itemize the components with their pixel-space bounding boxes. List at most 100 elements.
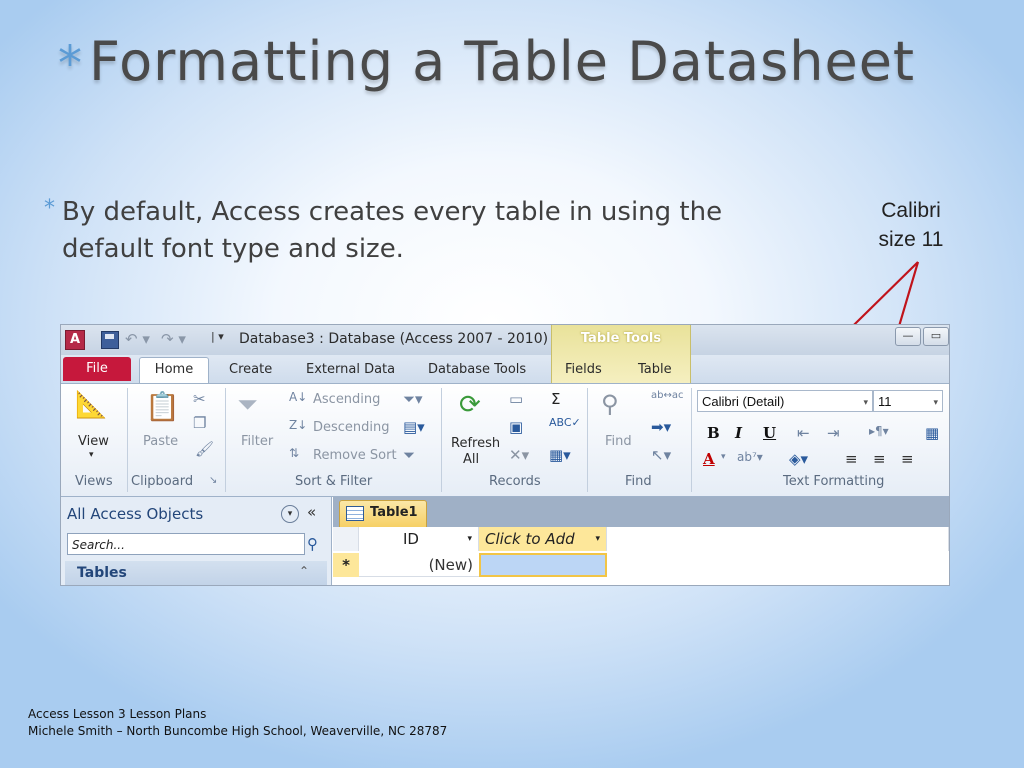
copy-icon[interactable]: ❐ bbox=[193, 414, 206, 432]
font-color-button[interactable]: A bbox=[703, 450, 715, 468]
paste-icon[interactable]: 📋 bbox=[145, 390, 180, 423]
remove-sort-button[interactable]: Remove Sort bbox=[313, 448, 397, 463]
advanced-filter-icon[interactable]: ▤▾ bbox=[403, 418, 425, 436]
access-app-icon[interactable]: A bbox=[65, 330, 85, 350]
paste-button[interactable]: Paste bbox=[143, 434, 178, 449]
view-icon[interactable]: 📐 bbox=[75, 390, 107, 420]
filter-icon[interactable]: ⏷ bbox=[237, 390, 258, 421]
font-dropdown-icon[interactable]: ▾ bbox=[863, 391, 868, 413]
new-record-active-cell[interactable] bbox=[479, 553, 607, 577]
column-header-id-label: ID bbox=[403, 530, 419, 548]
select-icon[interactable]: ↖▾ bbox=[651, 446, 671, 464]
quick-access-dropdown-icon[interactable]: | ▾ bbox=[211, 330, 224, 343]
refresh-all-button-line2[interactable]: All bbox=[463, 452, 479, 467]
decrease-indent-icon[interactable]: ⇤ bbox=[797, 424, 810, 442]
font-name-value: Calibri (Detail) bbox=[702, 394, 785, 409]
nav-pane-header[interactable]: All Access Objects bbox=[67, 505, 203, 523]
cut-icon[interactable]: ✂ bbox=[193, 390, 206, 408]
align-center-icon[interactable]: ≡ bbox=[873, 450, 886, 468]
nav-dropdown-icon[interactable]: ▾ bbox=[281, 505, 299, 523]
minimize-button[interactable]: — bbox=[895, 327, 921, 346]
format-painter-icon[interactable]: 🖌 bbox=[195, 440, 214, 458]
font-size-select[interactable]: 11 ▾ bbox=[873, 390, 943, 412]
tab-database-tools[interactable]: Database Tools bbox=[428, 362, 526, 377]
group-text-formatting: Text Formatting bbox=[783, 474, 885, 489]
size-dropdown-icon[interactable]: ▾ bbox=[933, 391, 938, 413]
tab-home[interactable]: Home bbox=[139, 357, 209, 385]
footer: Access Lesson 3 Lesson Plans Michele Smi… bbox=[28, 706, 447, 740]
group-sort-filter: Sort & Filter bbox=[295, 474, 373, 489]
group-views: Views bbox=[75, 474, 113, 489]
filter-button[interactable]: Filter bbox=[241, 434, 273, 449]
view-button[interactable]: View bbox=[78, 434, 109, 449]
select-all-cell[interactable] bbox=[333, 527, 359, 551]
new-record-id-cell[interactable]: (New) bbox=[359, 553, 479, 577]
remove-sort-icon[interactable]: ⇅ bbox=[289, 446, 299, 460]
descending-button[interactable]: Descending bbox=[313, 420, 390, 435]
underline-button[interactable]: U bbox=[763, 424, 776, 442]
document-tabs: Table1 bbox=[333, 497, 949, 528]
column-header-id[interactable]: ID ▾ bbox=[359, 527, 479, 551]
nav-group-tables[interactable]: Tables ⌃ bbox=[65, 561, 327, 585]
title-bar: A ↶ ▾ ↷ ▾ | ▾ Database3 : Database (Acce… bbox=[61, 325, 949, 355]
view-dropdown-icon[interactable]: ▾ bbox=[89, 450, 94, 460]
tab-table1-label: Table1 bbox=[370, 505, 418, 520]
shutter-bar-collapse-icon[interactable]: « bbox=[307, 503, 316, 521]
nav-search-input[interactable]: Search... bbox=[67, 533, 305, 555]
new-record-icon[interactable]: ▭ bbox=[509, 390, 523, 408]
increase-indent-icon[interactable]: ⇥ bbox=[827, 424, 840, 442]
italic-button[interactable]: I bbox=[735, 424, 742, 442]
tab-external-data[interactable]: External Data bbox=[306, 362, 395, 377]
toggle-filter-icon[interactable]: ⏷ bbox=[403, 446, 415, 464]
group-separator bbox=[441, 388, 442, 492]
tab-create[interactable]: Create bbox=[229, 362, 272, 377]
save-icon[interactable] bbox=[101, 331, 119, 349]
font-name-select[interactable]: Calibri (Detail) ▾ bbox=[697, 390, 873, 412]
gridlines-icon[interactable]: ▦ bbox=[925, 424, 939, 442]
tab-table-overlay[interactable]: Table bbox=[638, 362, 672, 377]
group-separator bbox=[587, 388, 588, 492]
ascending-icon[interactable]: A↓ bbox=[289, 390, 307, 404]
ascending-button[interactable]: Ascending bbox=[313, 392, 380, 407]
delete-record-icon[interactable]: ✕▾ bbox=[509, 446, 529, 464]
fill-color-icon[interactable]: ◈▾ bbox=[789, 450, 808, 468]
replace-icon[interactable]: ab↔ac bbox=[651, 390, 683, 401]
save-record-icon[interactable]: ▣ bbox=[509, 418, 523, 436]
undo-icon[interactable]: ↶ ▾ bbox=[125, 330, 150, 348]
refresh-icon[interactable]: ⟳ bbox=[459, 390, 481, 420]
new-record-selector[interactable]: * bbox=[333, 553, 359, 577]
tab-fields-overlay[interactable]: Fields bbox=[565, 362, 602, 377]
more-records-icon[interactable]: ▦▾ bbox=[549, 446, 571, 464]
search-icon[interactable]: ⚲ bbox=[307, 535, 318, 553]
column-dropdown-icon[interactable]: ▾ bbox=[467, 527, 472, 551]
tab-file[interactable]: File bbox=[63, 357, 131, 381]
bold-button[interactable]: B bbox=[707, 424, 720, 442]
redo-icon[interactable]: ↷ ▾ bbox=[161, 330, 186, 348]
column-header-add-label: Click to Add bbox=[485, 530, 575, 548]
refresh-all-button[interactable]: Refresh bbox=[451, 436, 500, 451]
find-button[interactable]: Find bbox=[605, 434, 632, 449]
column-header-click-to-add[interactable]: Click to Add ▾ bbox=[479, 527, 607, 551]
highlight-icon[interactable]: ab⁷▾ bbox=[737, 450, 763, 464]
footer-line-1: Access Lesson 3 Lesson Plans bbox=[28, 707, 207, 721]
maximize-button[interactable]: ▭ bbox=[923, 327, 949, 346]
align-left-icon[interactable]: ≡ bbox=[845, 450, 858, 468]
tab-table1[interactable]: Table1 bbox=[339, 500, 427, 528]
go-to-icon[interactable]: ➡▾ bbox=[651, 418, 671, 436]
column-dropdown-icon[interactable]: ▾ bbox=[595, 527, 600, 551]
descending-icon[interactable]: Z↓ bbox=[289, 418, 307, 432]
binoculars-icon[interactable]: ⚲ bbox=[601, 390, 619, 418]
group-separator bbox=[225, 388, 226, 492]
font-color-dropdown-icon[interactable]: ▾ bbox=[721, 452, 726, 462]
group-find: Find bbox=[625, 474, 652, 489]
paragraph-direction-icon[interactable]: ▸¶▾ bbox=[869, 424, 889, 438]
chevron-up-icon[interactable]: ⌃ bbox=[299, 564, 309, 578]
nav-group-label: Tables bbox=[77, 565, 127, 581]
selection-filter-icon[interactable]: ⏷▾ bbox=[403, 390, 423, 408]
align-right-icon[interactable]: ≡ bbox=[901, 450, 914, 468]
totals-icon[interactable]: Σ bbox=[551, 390, 560, 408]
table-tools-label: Table Tools bbox=[580, 331, 662, 346]
clipboard-launcher-icon[interactable]: ↘ bbox=[209, 475, 217, 486]
spelling-icon[interactable]: ABC✓ bbox=[549, 416, 581, 429]
group-clipboard: Clipboard bbox=[131, 474, 194, 489]
